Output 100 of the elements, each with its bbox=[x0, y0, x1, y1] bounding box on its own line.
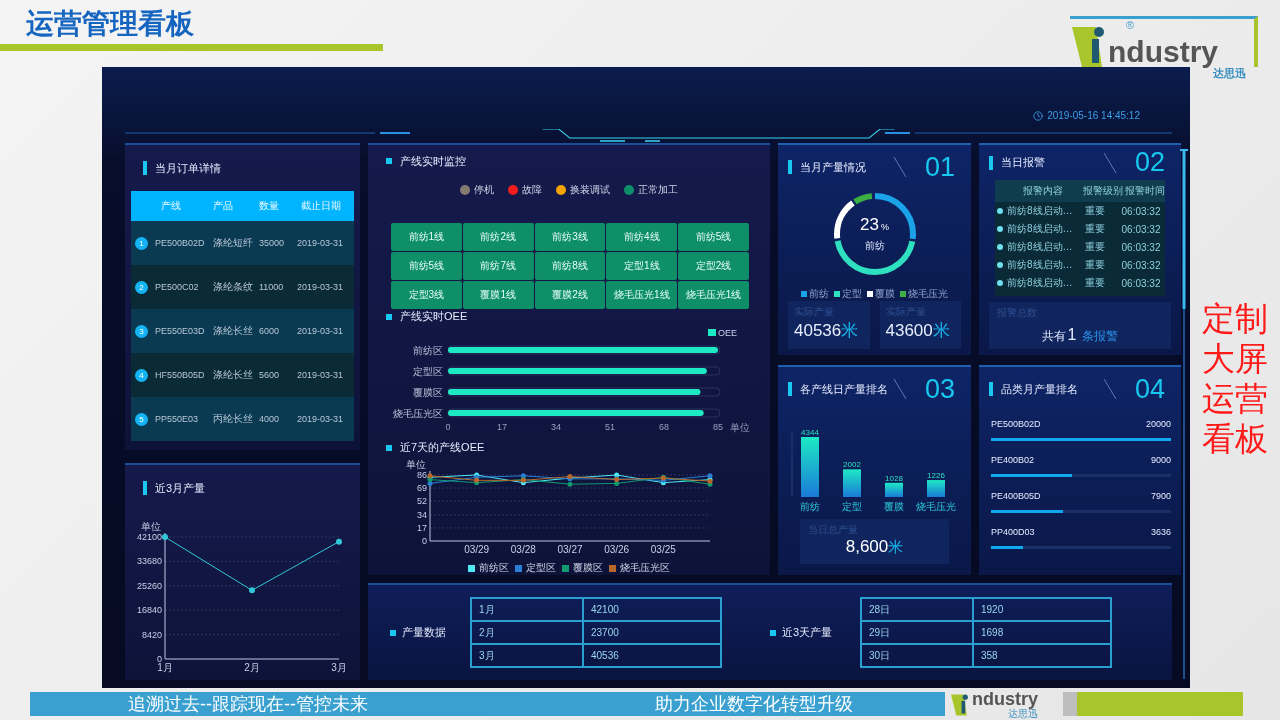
line-status-tile[interactable]: 定型1线 bbox=[606, 252, 678, 280]
value-label: 1028 bbox=[885, 473, 903, 483]
table-cell-text: HF550B05D bbox=[155, 370, 206, 380]
axis-label: 34 bbox=[417, 509, 427, 520]
table-cell: 23700 bbox=[583, 621, 721, 644]
title-marker bbox=[386, 444, 392, 451]
table-cell: 前纺8线启动… bbox=[1007, 222, 1073, 236]
axis-label: 69 bbox=[417, 483, 427, 494]
line-status-tile[interactable]: 前纺7线 bbox=[462, 252, 534, 280]
card-number: 04 bbox=[1134, 373, 1165, 405]
legend-label: 定型区 bbox=[526, 561, 556, 575]
summary-prefix: 共有 bbox=[1041, 328, 1066, 345]
axis-label: 34 bbox=[551, 422, 561, 432]
line-status-tile[interactable]: 烧毛压光1线 bbox=[606, 281, 678, 309]
line-status-tile[interactable]: 前纺8线 bbox=[534, 252, 606, 280]
slash-icon bbox=[1102, 151, 1117, 174]
table-cell: 2月 bbox=[471, 621, 583, 644]
bar bbox=[885, 482, 903, 497]
table-cell-text: 11000 bbox=[259, 282, 285, 292]
line-status-tile[interactable]: 前纺3线 bbox=[534, 223, 606, 251]
title-marker bbox=[386, 313, 392, 320]
table-cell: 前纺8线启动… bbox=[1007, 240, 1073, 254]
category-value: 7900 bbox=[1150, 491, 1171, 501]
table-cell: 40536 bbox=[583, 644, 721, 667]
table-cell-text: PE550E03D bbox=[155, 326, 206, 336]
title-marker bbox=[143, 161, 147, 175]
axis-label: 0 bbox=[445, 422, 451, 432]
side-note-text: 看板 bbox=[1202, 419, 1268, 459]
logo-subtitle: 达思迅 bbox=[1213, 67, 1246, 81]
table-cell-text: 06:03:32 bbox=[1120, 205, 1162, 217]
table-cell: 前纺8线启动… bbox=[1007, 276, 1073, 290]
column-header: 报警内容 bbox=[1022, 184, 1064, 198]
legend-label: 覆膜 bbox=[875, 287, 895, 301]
datetime-text: 2019-05-16 14:45:12 bbox=[1033, 110, 1140, 121]
line-status-tile[interactable]: 定型2线 bbox=[678, 252, 749, 280]
section-title: 产量数据 bbox=[402, 625, 446, 640]
title-marker bbox=[770, 629, 776, 636]
table-cell-text: 涤纶条纹 bbox=[213, 280, 254, 294]
slide-title: 运营管理看板 bbox=[25, 7, 195, 41]
bullet-icon bbox=[997, 208, 1003, 214]
row-number: 5 bbox=[135, 412, 148, 426]
axis-label: 68 bbox=[659, 422, 669, 432]
line-status-tile[interactable]: 覆膜2线 bbox=[534, 281, 606, 309]
row-number: 2 bbox=[135, 280, 148, 294]
line-status-tile[interactable]: 前纺1线 bbox=[391, 223, 462, 251]
axis-label: 52 bbox=[417, 496, 427, 507]
table-cell-text: 重要 bbox=[1084, 222, 1106, 236]
table-cell: 42100 bbox=[583, 598, 721, 621]
table-cell-text: 06:03:32 bbox=[1120, 241, 1162, 253]
axis-label: 3月 bbox=[331, 662, 347, 673]
table-cell-text: 涤纶长丝 bbox=[213, 324, 254, 338]
slash-icon bbox=[1102, 378, 1117, 400]
line-status-tile[interactable]: 前纺4线 bbox=[606, 223, 678, 251]
axis-label: 前纺区 bbox=[413, 345, 443, 356]
axis-label: 51 bbox=[605, 422, 615, 432]
title-marker bbox=[143, 481, 147, 495]
table-cell-text: 重要 bbox=[1084, 240, 1106, 254]
table-cell: 30日 bbox=[861, 644, 973, 667]
total-value: 8,600 bbox=[845, 537, 889, 556]
axis-label: 03/29 bbox=[464, 544, 490, 555]
axis-label: 定型 bbox=[842, 501, 862, 512]
scrollbar[interactable] bbox=[1180, 149, 1188, 679]
side-note-text: 大屏 bbox=[1202, 339, 1268, 379]
axis-label: 03/27 bbox=[557, 544, 583, 555]
table-cell-text: PE500C02 bbox=[155, 282, 200, 292]
table-cell-text: 丙纶长丝 bbox=[213, 412, 254, 426]
card-number: 03 bbox=[924, 373, 955, 405]
line-status-tile[interactable]: 烧毛压光1线 bbox=[678, 281, 749, 309]
panel-title: 近7天的产线OEE bbox=[400, 440, 485, 455]
axis-label: 前纺 bbox=[800, 501, 820, 512]
line-status-tile[interactable]: 覆膜1线 bbox=[462, 281, 534, 309]
table-cell: 1920 bbox=[973, 598, 1111, 621]
legend-label: 停机 bbox=[474, 183, 494, 197]
table-cell-text: 2019-03-31 bbox=[297, 238, 345, 248]
line-status-tile[interactable]: 前纺5线 bbox=[391, 252, 462, 280]
bullet-icon bbox=[997, 262, 1003, 268]
legend-label: 烧毛压光 bbox=[908, 287, 948, 301]
card-title: 各产线日产量排名 bbox=[800, 381, 888, 397]
column-header: 产品 bbox=[213, 199, 234, 213]
axis-label: 03/26 bbox=[604, 544, 630, 555]
table-cell: 1698 bbox=[973, 621, 1111, 644]
card-title: 当日报警 bbox=[1001, 155, 1045, 170]
bullet-icon bbox=[997, 226, 1003, 232]
line-status-tile[interactable]: 前纺5线 bbox=[678, 223, 749, 251]
row-number: 4 bbox=[135, 368, 148, 382]
registered-mark: ® bbox=[1126, 19, 1135, 31]
axis-label: 25260 bbox=[136, 580, 162, 591]
line-status-tile[interactable]: 定型3线 bbox=[391, 281, 462, 309]
table-cell-text: 涤纶短纤 bbox=[213, 236, 254, 250]
title-marker bbox=[989, 382, 993, 396]
axis-label: 覆膜 bbox=[884, 501, 904, 512]
line-status-tile[interactable]: 前纺2线 bbox=[462, 223, 534, 251]
axis-label: 17 bbox=[417, 522, 427, 533]
axis-label: 烧毛压光区 bbox=[393, 408, 443, 419]
axis-label: 0 bbox=[157, 654, 162, 664]
table-cell-text: 2019-03-31 bbox=[297, 326, 345, 336]
table-cell-text: 2019-03-31 bbox=[297, 282, 345, 292]
table-cell-text: 35000 bbox=[259, 238, 286, 248]
axis-title: 单位 bbox=[406, 459, 426, 470]
legend-label: 烧毛压光区 bbox=[620, 561, 670, 575]
